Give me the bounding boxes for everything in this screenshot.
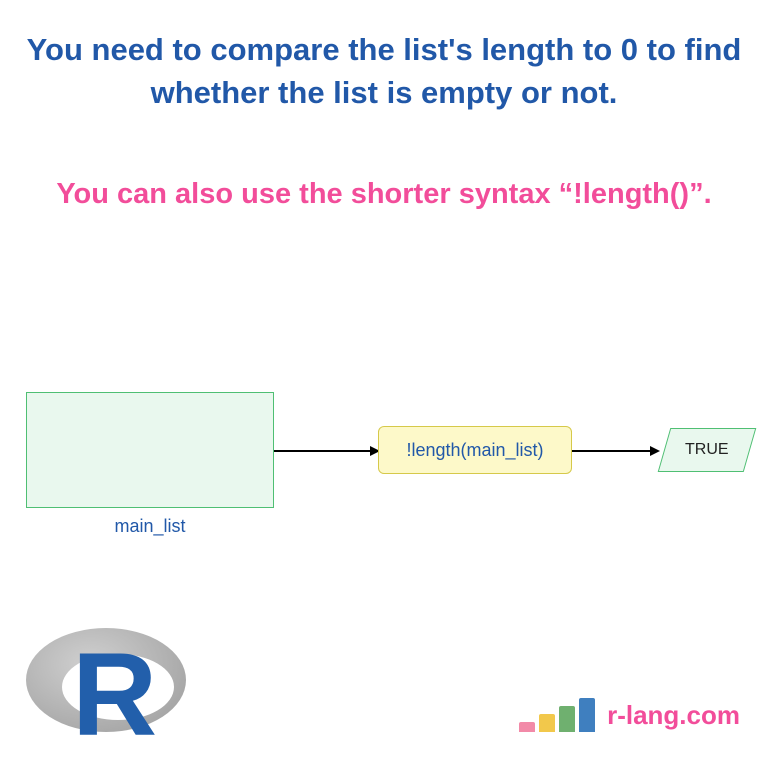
flow-diagram: main_list !length(main_list) TRUE — [0, 380, 768, 580]
function-box: !length(main_list) — [378, 426, 572, 474]
brand-bars-icon — [519, 698, 595, 732]
brand-block: r-lang.com — [519, 698, 740, 732]
result-box-label: TRUE — [685, 441, 729, 459]
list-box-label: main_list — [26, 516, 274, 537]
brand-text: r-lang.com — [607, 700, 740, 732]
result-box: TRUE — [658, 428, 757, 472]
arrow-line-1 — [274, 450, 378, 452]
headline-text: You need to compare the list's length to… — [0, 0, 768, 115]
r-logo-letter: R — [72, 636, 153, 754]
list-box — [26, 392, 274, 508]
subheadline-text: You can also use the shorter syntax “!le… — [0, 115, 768, 215]
arrow-line-2 — [572, 450, 652, 452]
function-box-label: !length(main_list) — [406, 440, 543, 461]
r-logo: R — [26, 620, 196, 750]
arrow-head-2 — [650, 446, 660, 456]
